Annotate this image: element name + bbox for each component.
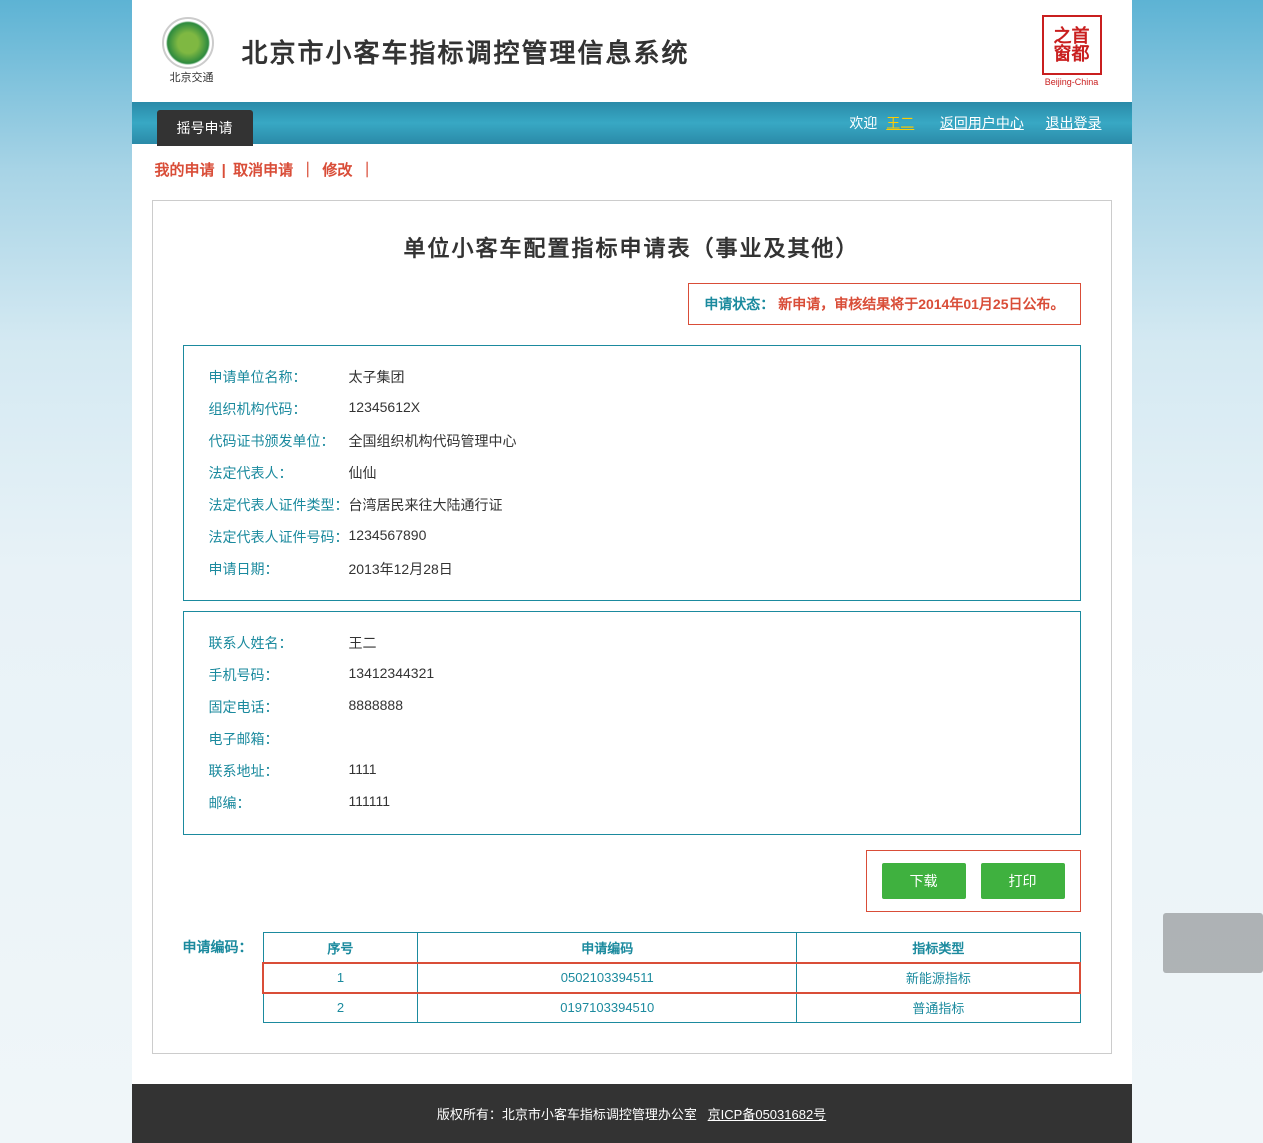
nav-bar: 摇号申请 欢迎 王二 返回用户中心 退出登录 (132, 102, 1132, 144)
mobile-value: 13412344321 (349, 665, 435, 685)
zip-label: 邮编： (209, 793, 349, 813)
status-value: 新申请，审核结果将于2014年01月25日公布。 (778, 296, 1064, 312)
table-row: 2 0197103394510 普通指标 (263, 993, 1080, 1023)
welcome-text: 欢迎 (849, 115, 877, 131)
col-code: 申请编码 (418, 933, 797, 963)
org-info-section: 申请单位名称：太子集团 组织机构代码：12345612X 代码证书颁发单位：全国… (183, 345, 1081, 601)
icp-link[interactable]: 京ICP备05031682号 (708, 1107, 827, 1122)
code-table: 序号 申请编码 指标类型 1 0502103394511 新能源指标 2 019… (263, 932, 1081, 1023)
application-status-box: 申请状态： 新申请，审核结果将于2014年01月25日公布。 (688, 283, 1080, 325)
contact-info-section: 联系人姓名：王二 手机号码：13412344321 固定电话：8888888 电… (183, 611, 1081, 835)
zip-value: 111111 (349, 793, 391, 813)
logo-caption: 北京交通 (170, 69, 214, 85)
contact-name-label: 联系人姓名： (209, 633, 349, 653)
content-panel: 单位小客车配置指标申请表（事业及其他） 申请状态： 新申请，审核结果将于2014… (152, 200, 1112, 1054)
status-label: 申请状态： (704, 296, 774, 312)
scrollbar-thumb[interactable] (1163, 913, 1263, 973)
action-buttons-box: 下载 打印 (866, 850, 1081, 912)
logout-link[interactable]: 退出登录 (1046, 115, 1102, 131)
address-label: 联系地址： (209, 761, 349, 781)
logo-icon (162, 17, 214, 69)
phone-label: 固定电话： (209, 697, 349, 717)
tab-lottery-apply[interactable]: 摇号申请 (157, 110, 253, 146)
return-user-center-link[interactable]: 返回用户中心 (940, 115, 1024, 131)
print-button[interactable]: 打印 (981, 863, 1065, 899)
seal-badge: 之 首 窗 都 Beijing-China (1042, 15, 1102, 87)
sub-nav: 我的申请 | 取消申请 ｜ 修改 ｜ (132, 144, 1132, 195)
application-code-section: 申请编码： 序号 申请编码 指标类型 1 0502103394511 新能源指标 (183, 932, 1081, 1023)
col-seq: 序号 (263, 933, 418, 963)
contact-name-value: 王二 (349, 633, 377, 653)
my-application-link[interactable]: 我的申请 (155, 162, 215, 179)
modify-link[interactable]: 修改 (322, 162, 352, 179)
issuer-label: 代码证书颁发单位： (209, 431, 349, 451)
org-code-value: 12345612X (349, 399, 421, 419)
org-name-value: 太子集团 (349, 367, 405, 387)
copyright-text: 版权所有：北京市小客车指标调控管理办公室 (437, 1107, 697, 1122)
logo: 北京交通 (162, 17, 222, 85)
legal-id-type-value: 台湾居民来往大陆通行证 (349, 495, 503, 515)
legal-id-no-value: 1234567890 (349, 527, 427, 547)
email-label: 电子邮箱： (209, 729, 349, 749)
phone-value: 8888888 (349, 697, 404, 717)
address-value: 1111 (349, 761, 377, 781)
form-title: 单位小客车配置指标申请表（事业及其他） (183, 231, 1081, 263)
legal-id-no-label: 法定代表人证件号码： (209, 527, 349, 547)
table-row: 1 0502103394511 新能源指标 (263, 963, 1080, 993)
footer: 版权所有：北京市小客车指标调控管理办公室 京ICP备05031682号 (132, 1084, 1132, 1143)
org-code-label: 组织机构代码： (209, 399, 349, 419)
issuer-value: 全国组织机构代码管理中心 (349, 431, 517, 451)
apply-date-value: 2013年12月28日 (349, 559, 453, 579)
legal-rep-label: 法定代表人： (209, 463, 349, 483)
org-name-label: 申请单位名称： (209, 367, 349, 387)
legal-id-type-label: 法定代表人证件类型： (209, 495, 349, 515)
legal-rep-value: 仙仙 (349, 463, 377, 483)
col-type: 指标类型 (797, 933, 1080, 963)
site-header: 北京交通 北京市小客车指标调控管理信息系统 之 首 窗 都 Beijing-Ch… (132, 0, 1132, 102)
apply-date-label: 申请日期： (209, 559, 349, 579)
code-section-label: 申请编码： (183, 932, 253, 957)
mobile-label: 手机号码： (209, 665, 349, 685)
cancel-application-link[interactable]: 取消申请 (233, 162, 293, 179)
username-link[interactable]: 王二 (886, 115, 914, 131)
system-title: 北京市小客车指标调控管理信息系统 (242, 33, 690, 70)
download-button[interactable]: 下载 (882, 863, 966, 899)
